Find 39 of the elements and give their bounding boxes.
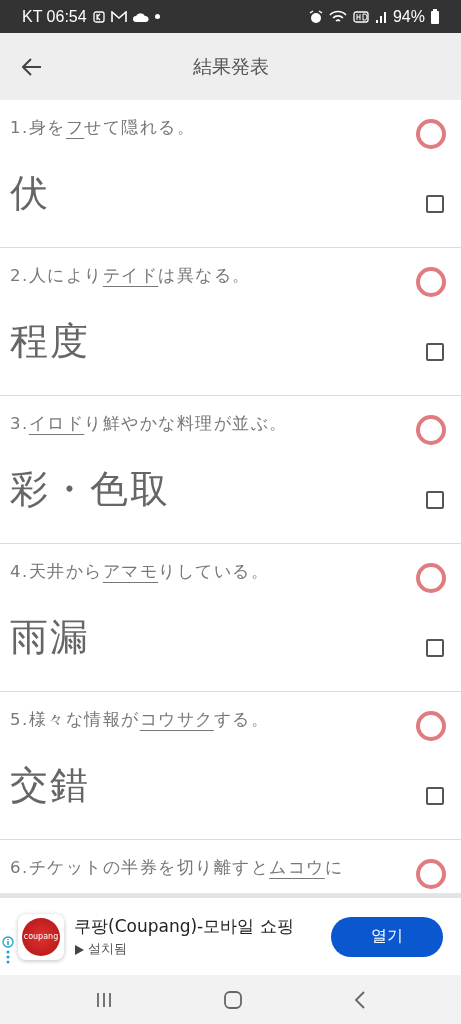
- answer-text: 彩・色取: [10, 465, 170, 513]
- battery-icon: [431, 9, 439, 24]
- question-text: 6.チケットの半券を切り離すと ムコウ に: [10, 857, 344, 879]
- back-icon[interactable]: [353, 990, 366, 1009]
- question-text: 2.人により テイド は異なる。: [10, 265, 251, 287]
- dot-icon: [154, 14, 160, 19]
- signal-icon: [374, 10, 387, 23]
- wifi-icon: [328, 9, 347, 24]
- answer-text: 交錯: [10, 761, 90, 809]
- checkbox[interactable]: [426, 787, 444, 805]
- cloud-icon: [132, 11, 149, 22]
- alarm-icon: [308, 9, 323, 24]
- checkbox[interactable]: [426, 343, 444, 361]
- play-store-icon: [74, 944, 85, 955]
- carrier-icon: [92, 10, 105, 23]
- question-text: 4.天井から アマモ りしている。: [10, 561, 270, 583]
- ad-title: 쿠팡(Coupang)-모바일 쇼핑: [74, 915, 295, 938]
- checkbox[interactable]: [426, 195, 444, 213]
- checkbox[interactable]: [426, 639, 444, 657]
- app-logo: coupang: [18, 913, 64, 960]
- question-text: 1.身を フせて隠れる。: [10, 117, 196, 139]
- install-status: 설치됨: [88, 941, 127, 958]
- answer-text: 雨漏: [10, 613, 90, 661]
- back-arrow-icon: [22, 57, 42, 76]
- hd-icon: [352, 10, 369, 23]
- battery-percent: 94%: [392, 7, 425, 26]
- open-button[interactable]: 열기: [331, 916, 443, 957]
- more-icon[interactable]: [6, 950, 10, 964]
- mail-icon: [110, 10, 127, 23]
- checkbox[interactable]: [426, 491, 444, 509]
- page-title: 結果発表: [192, 54, 269, 77]
- question-text: 3.イロド り鮮やかな料理が並ぶ。: [10, 413, 288, 435]
- home-icon[interactable]: [223, 989, 244, 1010]
- status-time: KT 06:54: [22, 7, 87, 26]
- answer-text: 程度: [10, 317, 90, 365]
- info-icon[interactable]: [2, 936, 14, 948]
- question-text: 5.様々な情報が コウサク する。: [10, 709, 270, 731]
- answer-text: 伏: [10, 169, 50, 217]
- recent-apps-icon[interactable]: [95, 991, 114, 1008]
